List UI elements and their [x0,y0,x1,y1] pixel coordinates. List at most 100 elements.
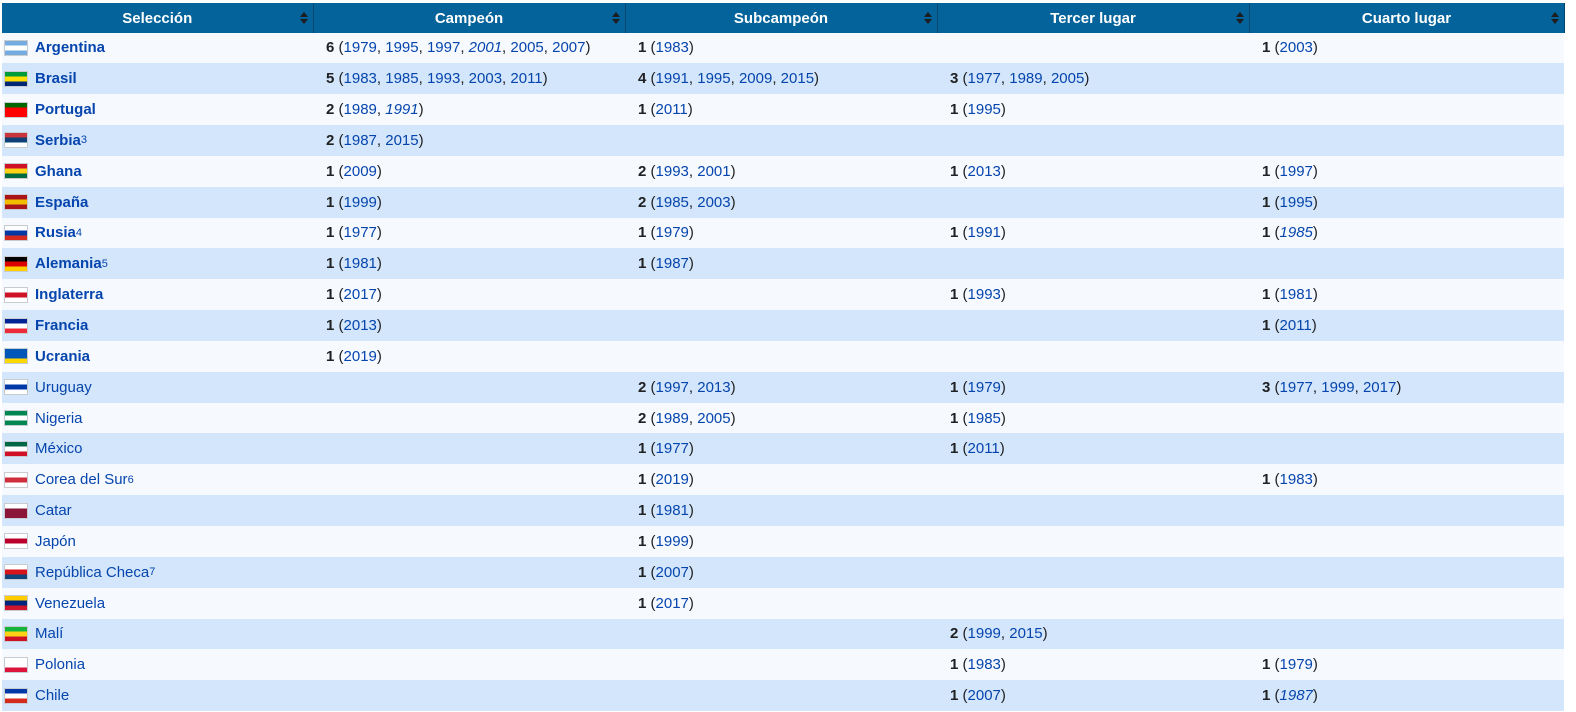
czech-flag-icon[interactable] [4,564,28,581]
year-link[interactable]: 1977 [1280,379,1313,396]
argentina-flag-icon[interactable] [4,39,28,56]
year-link[interactable]: 1993 [968,286,1001,303]
qatar-flag-icon[interactable] [4,502,28,519]
year-link[interactable]: 1989 [656,410,689,427]
year-link[interactable]: 1997 [656,379,689,396]
team-link[interactable]: Argentina [35,39,105,56]
mexico-flag-icon[interactable] [4,440,28,457]
team-link[interactable]: Japón [35,533,76,550]
year-link[interactable]: 1983 [656,39,689,56]
year-link[interactable]: 2005 [1051,70,1084,87]
year-link[interactable]: 2015 [385,132,418,149]
year-link[interactable]: 1983 [344,70,377,87]
year-link[interactable]: 2017 [656,595,689,612]
year-link[interactable]: 1991 [385,101,418,118]
france-flag-icon[interactable] [4,317,28,334]
year-link[interactable]: 2019 [656,471,689,488]
team-link[interactable]: Chile [35,687,69,704]
year-link[interactable]: 1979 [656,224,689,241]
england-flag-icon[interactable] [4,286,28,303]
year-link[interactable]: 1983 [968,656,1001,673]
team-link[interactable]: Ghana [35,163,82,180]
column-header-subcampeon[interactable]: Subcampeón [625,3,938,33]
team-link[interactable]: Malí [35,625,63,642]
year-link[interactable]: 2013 [344,317,377,334]
year-link[interactable]: 2001 [697,163,730,180]
year-link[interactable]: 1987 [1280,687,1313,704]
year-link[interactable]: 2013 [968,163,1001,180]
team-link[interactable]: Francia [35,317,88,334]
year-link[interactable]: 1985 [1280,224,1313,241]
year-link[interactable]: 1999 [344,194,377,211]
brazil-flag-icon[interactable] [4,70,28,87]
mali-flag-icon[interactable] [4,625,28,642]
year-link[interactable]: 1977 [656,440,689,457]
year-link[interactable]: 1995 [968,101,1001,118]
year-link[interactable]: 1995 [697,70,730,87]
footnote-ref[interactable]: 4 [76,227,82,239]
year-link[interactable]: 2009 [344,163,377,180]
year-link[interactable]: 1977 [968,70,1001,87]
column-header-cuarto-lugar[interactable]: Cuarto lugar [1249,3,1565,33]
year-link[interactable]: 2007 [968,687,1001,704]
team-link[interactable]: Polonia [35,656,85,673]
sort-icon[interactable] [923,12,932,24]
column-header-seleccion[interactable]: Selección [2,3,314,33]
column-header-campeon[interactable]: Campeón [313,3,626,33]
team-link[interactable]: República Checa [35,564,149,581]
year-link[interactable]: 2003 [1280,39,1313,56]
team-link[interactable]: Serbia [35,132,81,149]
year-link[interactable]: 1997 [427,39,460,56]
year-link[interactable]: 1997 [1280,163,1313,180]
year-link[interactable]: 2007 [656,564,689,581]
sort-icon[interactable] [611,12,620,24]
team-link[interactable]: Nigeria [35,410,83,427]
nigeria-flag-icon[interactable] [4,410,28,427]
year-link[interactable]: 1985 [385,70,418,87]
year-link[interactable]: 1991 [968,224,1001,241]
team-link[interactable]: España [35,194,88,211]
sort-icon[interactable] [1235,12,1244,24]
year-link[interactable]: 2013 [697,379,730,396]
ukraine-flag-icon[interactable] [4,348,28,365]
year-link[interactable]: 2005 [697,410,730,427]
year-link[interactable]: 2007 [552,39,585,56]
year-link[interactable]: 2015 [1009,625,1042,642]
venezuela-flag-icon[interactable] [4,595,28,612]
year-link[interactable]: 2001 [469,39,502,56]
team-link[interactable]: México [35,440,83,457]
russia-flag-icon[interactable] [4,224,28,241]
team-link[interactable]: Ucrania [35,348,90,365]
year-link[interactable]: 2009 [739,70,772,87]
year-link[interactable]: 1991 [656,70,689,87]
team-link[interactable]: Inglaterra [35,286,103,303]
year-link[interactable]: 1981 [656,502,689,519]
year-link[interactable]: 2011 [510,70,542,87]
year-link[interactable]: 1999 [968,625,1001,642]
column-header-tercer-lugar[interactable]: Tercer lugar [937,3,1250,33]
year-link[interactable]: 1989 [344,101,377,118]
team-link[interactable]: Venezuela [35,595,105,612]
year-link[interactable]: 1999 [1321,379,1354,396]
year-link[interactable]: 1977 [344,224,377,241]
poland-flag-icon[interactable] [4,656,28,673]
japan-flag-icon[interactable] [4,533,28,550]
year-link[interactable]: 1979 [344,39,377,56]
spain-flag-icon[interactable] [4,194,28,211]
footnote-ref[interactable]: 7 [149,566,155,578]
year-link[interactable]: 1995 [1280,194,1313,211]
team-link[interactable]: Corea del Sur [35,471,128,488]
year-link[interactable]: 1987 [656,255,689,272]
year-link[interactable]: 2017 [1363,379,1396,396]
year-link[interactable]: 2015 [781,70,814,87]
footnote-ref[interactable]: 6 [128,474,134,486]
year-link[interactable]: 1993 [427,70,460,87]
year-link[interactable]: 1985 [656,194,689,211]
year-link[interactable]: 1979 [1280,656,1313,673]
footnote-ref[interactable]: 3 [81,134,87,146]
year-link[interactable]: 2017 [344,286,377,303]
chile-flag-icon[interactable] [4,687,28,704]
year-link[interactable]: 1987 [344,132,377,149]
year-link[interactable]: 1981 [344,255,377,272]
year-link[interactable]: 1981 [1280,286,1313,303]
